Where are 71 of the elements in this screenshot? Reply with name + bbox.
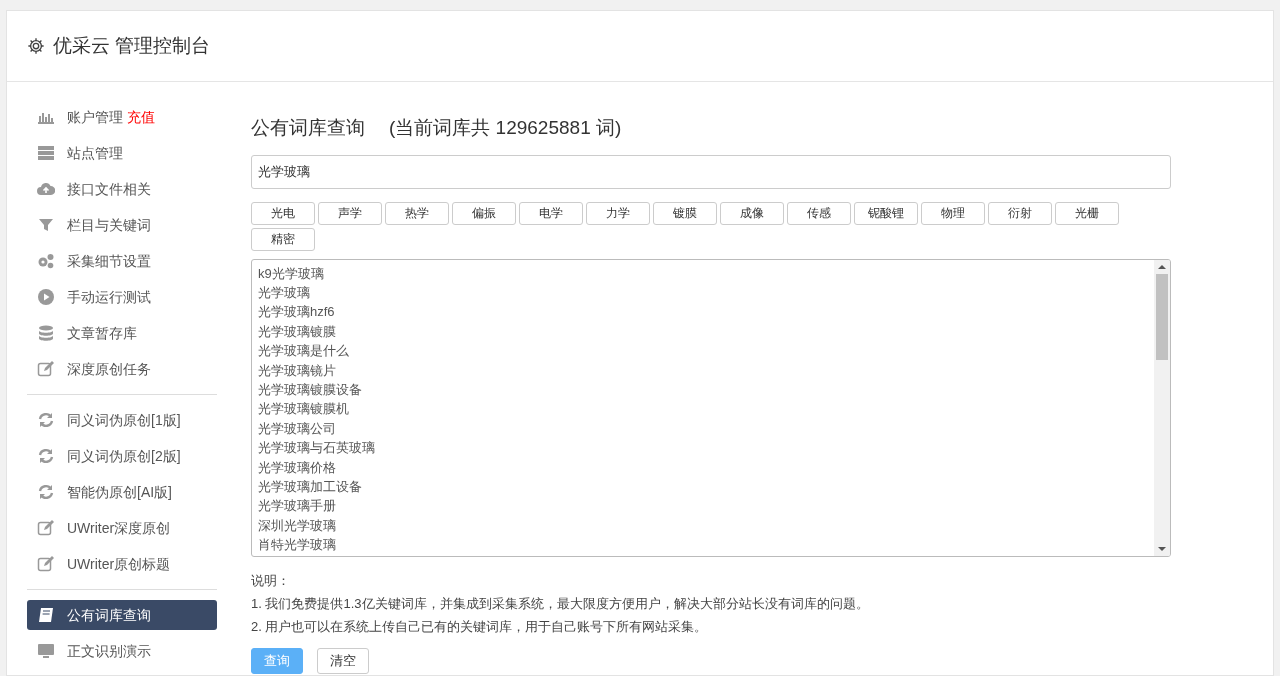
note-text: 2. 用户也可以在系统上传自己已有的关键词库，用于自己账号下所有网站采集。 [251,617,708,636]
sidebar-item[interactable]: 手动运行测试 [27,282,217,312]
notes-heading: 说明： [251,571,290,590]
tag-button[interactable]: 力学 [586,201,650,225]
tag-button[interactable]: 镀膜 [653,201,717,225]
result-item: 光学玻璃公司 [258,419,336,438]
settings-icon [27,37,45,55]
search-field[interactable]: 光学玻璃 [251,154,1171,189]
sidebar-item[interactable]: 文章暂存库 [27,318,217,348]
database-icon [37,324,55,342]
play-icon [37,288,55,306]
tag-button[interactable]: 衍射 [988,201,1052,225]
cloud-upload-icon [37,180,55,198]
tag-button[interactable]: 成像 [720,201,784,225]
book-icon [37,606,55,624]
result-item: 深圳光学玻璃 [258,516,336,535]
result-item: 光学玻璃镀膜 [258,322,336,341]
tag-button[interactable]: 传感 [787,201,851,225]
tag-button[interactable]: 铌酸锂 [854,201,918,225]
tag-button[interactable]: 热学 [385,201,449,225]
result-item: 光学玻璃hzf6 [258,303,335,322]
tag-button[interactable]: 电学 [519,201,583,225]
tag-button[interactable]: 偏振 [452,201,516,225]
word-count: (当前词库共 129625881 词) [389,116,622,140]
sidebar-item[interactable]: 正文识别演示 [27,636,217,666]
sidebar-item[interactable]: 账户管理 充值 [27,102,217,132]
result-item: 光学玻璃与石英玻璃 [258,439,375,458]
result-item: 光学玻璃镀膜机 [258,400,349,419]
tag-button[interactable]: 声学 [318,201,382,225]
sidebar-item[interactable]: UWriter深度原创 [27,513,217,543]
server-icon [37,144,55,162]
sidebar-item[interactable]: 站点管理 [27,138,217,168]
results-list[interactable]: k9光学玻璃 光学玻璃 光学玻璃hzf6 光学玻璃镀膜 光学玻璃是什么 光学玻璃镜片 光学玻璃镀膜设备 光学玻璃镀膜机 光学玻璃公司 光学玻璃与石英玻璃 光学玻璃价格 光学玻璃加工设备 光学玻璃手册 深圳光学玻璃 肖特光学玻璃 [251,258,1171,557]
sidebar-item[interactable]: 同义词伪原创[1版] [27,405,217,435]
gears-icon [37,252,55,270]
refresh-icon [37,411,55,429]
sidebar-item[interactable]: 深度原创任务 [27,354,217,384]
result-item: 光学玻璃手册 [258,497,336,516]
sidebar-item[interactable]: UWriter原创标题 [27,549,217,579]
result-item: 肖特光学玻璃 [258,536,336,555]
refresh-icon [37,483,55,501]
sidebar-item[interactable]: 接口文件相关 [27,174,217,204]
sidebar-item[interactable]: 栏目与关键词 [27,210,217,240]
console-title: 优采云 管理控制台 [53,33,211,58]
result-item: k9光学玻璃 [258,264,324,283]
page-title: 公有词库查询 [251,116,365,140]
tag-button[interactable]: 物理 [921,201,985,225]
sidebar-item[interactable]: 采集细节设置 [27,246,217,276]
tag-button[interactable]: 光电 [251,201,315,225]
item-label: 账户管理 [67,107,123,127]
monitor-icon [37,642,55,660]
scrollbar-thumb[interactable] [1156,273,1168,360]
clear-button[interactable]: 清空 [317,647,369,674]
result-item: 光学玻璃镀膜设备 [258,380,362,399]
filter-icon [37,216,55,234]
sidebar-item[interactable]: 同义词伪原创[2版] [27,441,217,471]
edit-icon [37,360,55,378]
recharge-link[interactable]: 充值 [127,106,155,128]
refresh-icon [37,447,55,465]
sidebar-item[interactable]: 公有词库查询 [27,600,217,630]
result-item: 光学玻璃加工设备 [258,477,362,496]
edit-icon [37,555,55,573]
result-item: 光学玻璃镜片 [258,361,336,380]
edit-icon [37,519,55,537]
tag-button[interactable]: 精密 [251,227,315,251]
sidebar-item[interactable]: 智能伪原创[AI版] [27,477,217,507]
note-text: 1. 我们免费提供1.3亿关键词库，并集成到采集系统，最大限度方便用户，解决大部分站长没有词库的问题。 [251,594,869,613]
tag-button[interactable]: 光栅 [1055,201,1119,225]
result-item: 光学玻璃 [258,283,310,302]
result-item: 光学玻璃价格 [258,458,336,477]
result-item: 光学玻璃是什么 [258,342,349,361]
